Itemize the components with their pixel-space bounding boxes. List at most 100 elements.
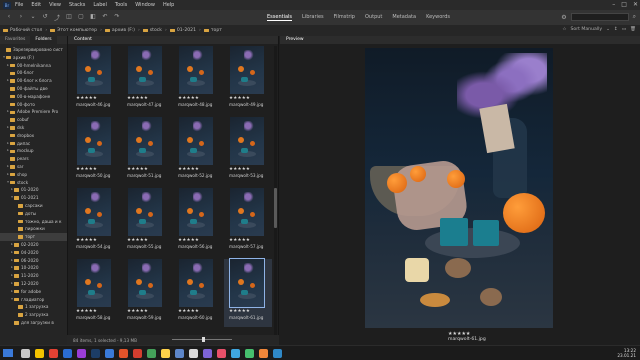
- rating-stars[interactable]: ★★★★★: [76, 96, 97, 101]
- thumbnail-item[interactable]: ★★★★★ marqwolt-60.jpg: [173, 259, 221, 327]
- app-icon[interactable]: [189, 348, 198, 358]
- slider-handle[interactable]: [202, 337, 205, 342]
- folder-tree-item[interactable]: торт: [0, 233, 67, 241]
- thumbnail-image[interactable]: [179, 117, 213, 165]
- acrobat-icon[interactable]: [133, 348, 142, 358]
- rotate-right-icon[interactable]: ↷: [113, 13, 121, 22]
- rating-stars[interactable]: ★★★★★: [127, 309, 148, 314]
- rating-stars[interactable]: ★★★★★: [229, 309, 250, 314]
- bridge-icon[interactable]: [91, 348, 100, 358]
- folder-tree-item[interactable]: для загрузки в: [0, 319, 67, 327]
- thumbnail-item[interactable]: ★★★★★ marqwolt-57.jpg: [224, 188, 272, 256]
- thumbnail-item[interactable]: ★★★★★ marqwolt-58.jpg: [71, 259, 119, 327]
- maximize-icon[interactable]: □: [621, 1, 627, 8]
- tab-preview[interactable]: Preview: [280, 36, 640, 44]
- app-icon[interactable]: [203, 348, 212, 358]
- thumbnail-image[interactable]: [179, 188, 213, 236]
- thumbnail-item[interactable]: ★★★★★ marqwolt-61.jpg: [224, 258, 272, 327]
- open-recent-icon[interactable]: ◧: [89, 13, 97, 22]
- thumbnail-item[interactable]: ★★★★★ marqwolt-56.jpg: [173, 188, 221, 256]
- thumbnail-item[interactable]: ★★★★★ marqwolt-48.jpg: [173, 46, 221, 114]
- folder-tree-item[interactable]: 1 загрузка: [0, 303, 67, 311]
- app-icon[interactable]: [147, 348, 156, 358]
- thumbnail-image[interactable]: [230, 117, 264, 165]
- thumbnail-item[interactable]: ★★★★★ marqwolt-55.jpg: [122, 188, 170, 256]
- folder-tree-item[interactable]: ▸ shop: [0, 171, 67, 179]
- folder-tree-item[interactable]: ▸ 11-2020: [0, 272, 67, 280]
- folder-tree-item[interactable]: 2 загрузка: [0, 311, 67, 319]
- folder-tree-item[interactable]: ▸ dsk: [0, 124, 67, 132]
- thumbnail-item[interactable]: ★★★★★ marqwolt-52.jpg: [173, 117, 221, 185]
- folder-tree-item[interactable]: ▸ 00-блог к блога: [0, 77, 67, 85]
- breadcrumb-item[interactable]: торт: [203, 28, 222, 33]
- workspace-tab-output[interactable]: Output: [365, 14, 382, 21]
- thumbnail-image[interactable]: [128, 188, 162, 236]
- folder-tree-item[interactable]: ▾ 01-2021: [0, 194, 67, 202]
- folder-tree-item[interactable]: ▸ Adobe Premiere Pro: [0, 108, 67, 116]
- tab-favorites[interactable]: Favorites: [0, 36, 30, 44]
- forward-icon[interactable]: ›: [17, 13, 25, 22]
- recent-icon[interactable]: ⌄: [29, 13, 37, 22]
- sort-order-icon[interactable]: ↕: [614, 27, 618, 32]
- star-filter-icon[interactable]: ☆: [562, 27, 566, 32]
- rating-stars[interactable]: ★★★★★: [127, 167, 148, 172]
- rating-stars[interactable]: ★★★★★: [76, 167, 97, 172]
- chrome-icon[interactable]: [49, 348, 58, 358]
- thumbnail-item[interactable]: ★★★★★ marqwolt-47.jpg: [122, 46, 170, 114]
- return-icon[interactable]: ↺: [41, 13, 49, 22]
- thumbnail-image[interactable]: [77, 259, 111, 307]
- thumbnail-item[interactable]: ★★★★★ marqwolt-51.jpg: [122, 117, 170, 185]
- folder-tree-item[interactable]: 00-файты две: [0, 85, 67, 93]
- folder-tree-item[interactable]: ▸ 01-2020: [0, 186, 67, 194]
- thumbnail-size-slider[interactable]: [172, 337, 232, 342]
- folder-tree-item[interactable]: dropbox: [0, 132, 67, 140]
- menu-item-label[interactable]: Label: [93, 2, 107, 8]
- folder-tree-item[interactable]: ▾ гладиатор: [0, 296, 67, 304]
- folder-tree-item[interactable]: тожно, даша и к: [0, 218, 67, 226]
- minimize-icon[interactable]: –: [612, 1, 615, 8]
- thumbnail-item[interactable]: ★★★★★ marqwolt-50.jpg: [71, 117, 119, 185]
- close-icon[interactable]: ✕: [633, 1, 638, 8]
- folder-tree-item[interactable]: ▸ sar: [0, 163, 67, 171]
- folder-tree-item[interactable]: пирожки: [0, 225, 67, 233]
- thumbnail-image[interactable]: [230, 46, 264, 94]
- app-icon[interactable]: [161, 348, 170, 358]
- folder-tree-item[interactable]: ▸ for adobe: [0, 288, 67, 296]
- content-scrollbar[interactable]: [274, 46, 277, 343]
- thumbnail-item[interactable]: ★★★★★ marqwolt-54.jpg: [71, 188, 119, 256]
- folder-tree-item[interactable]: 00-блог: [0, 69, 67, 77]
- lightroom-icon[interactable]: [105, 348, 114, 358]
- folder-tree-item[interactable]: ▸ mockup: [0, 147, 67, 155]
- windows-start-icon[interactable]: [3, 349, 13, 357]
- system-tray[interactable]: 13:22 23.01.21: [617, 348, 636, 358]
- folder-tree-item[interactable]: ▸ 04-2020: [0, 249, 67, 257]
- tab-content[interactable]: Content: [68, 36, 278, 44]
- thumbnail-item[interactable]: ★★★★★ marqwolt-53.jpg: [224, 117, 272, 185]
- back-icon[interactable]: ‹: [5, 13, 13, 22]
- thumbnail-item[interactable]: ★★★★★ marqwolt-49.jpg: [224, 46, 272, 114]
- folder-tree-item[interactable]: ▸ 06-2020: [0, 257, 67, 265]
- rating-stars[interactable]: ★★★★★: [229, 167, 250, 172]
- rating-stars[interactable]: ★★★★★: [229, 96, 250, 101]
- search-icon[interactable]: ⌕: [633, 13, 636, 21]
- thumbnail-item[interactable]: ★★★★★ marqwolt-46.jpg: [71, 46, 119, 114]
- breadcrumb-item[interactable]: stock ›: [142, 28, 167, 33]
- sort-dropdown[interactable]: Sort Manually: [571, 27, 603, 32]
- rating-stars[interactable]: ★★★★★: [127, 238, 148, 243]
- app-icon[interactable]: [231, 348, 240, 358]
- breadcrumb-item[interactable]: Этот компьютер ›: [50, 28, 102, 33]
- menu-item-view[interactable]: View: [49, 2, 61, 8]
- thumbnail-image[interactable]: [128, 259, 162, 307]
- menu-item-file[interactable]: File: [15, 2, 23, 8]
- folder-tree-item[interactable]: ▾ архив (F:): [0, 54, 67, 62]
- breadcrumb-item[interactable]: архив (F:) ›: [104, 28, 140, 33]
- rating-stars[interactable]: ★★★★★: [178, 309, 199, 314]
- folder-tree-item[interactable]: сарсаки: [0, 202, 67, 210]
- boomerang-icon[interactable]: ⤴: [53, 13, 61, 22]
- breadcrumb-item[interactable]: Рабочий стол ›: [3, 28, 47, 33]
- settings-icon[interactable]: ⚙: [561, 14, 566, 21]
- search-icon[interactable]: [21, 348, 30, 358]
- workspace-tab-filmstrip[interactable]: Filmstrip: [334, 14, 355, 21]
- app-icon[interactable]: [259, 348, 268, 358]
- folder-tree-item[interactable]: доты: [0, 210, 67, 218]
